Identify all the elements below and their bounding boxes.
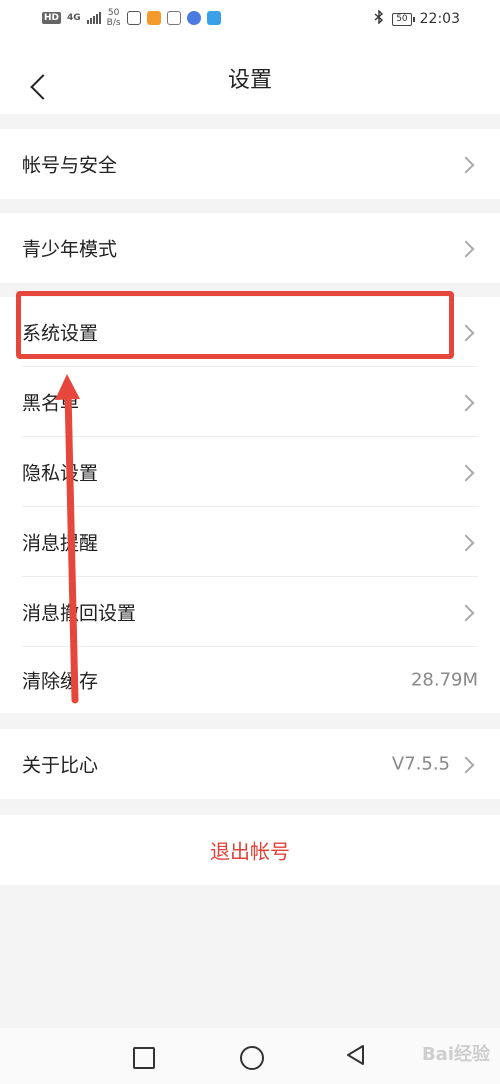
recent-apps-button[interactable] — [133, 1047, 155, 1069]
system-back-button[interactable] — [345, 1044, 367, 1070]
triangle-back-icon — [347, 1045, 364, 1065]
annotation-arrow — [55, 374, 80, 704]
baidu-watermark: Bai经验 — [421, 1044, 490, 1065]
home-button[interactable] — [240, 1046, 264, 1070]
